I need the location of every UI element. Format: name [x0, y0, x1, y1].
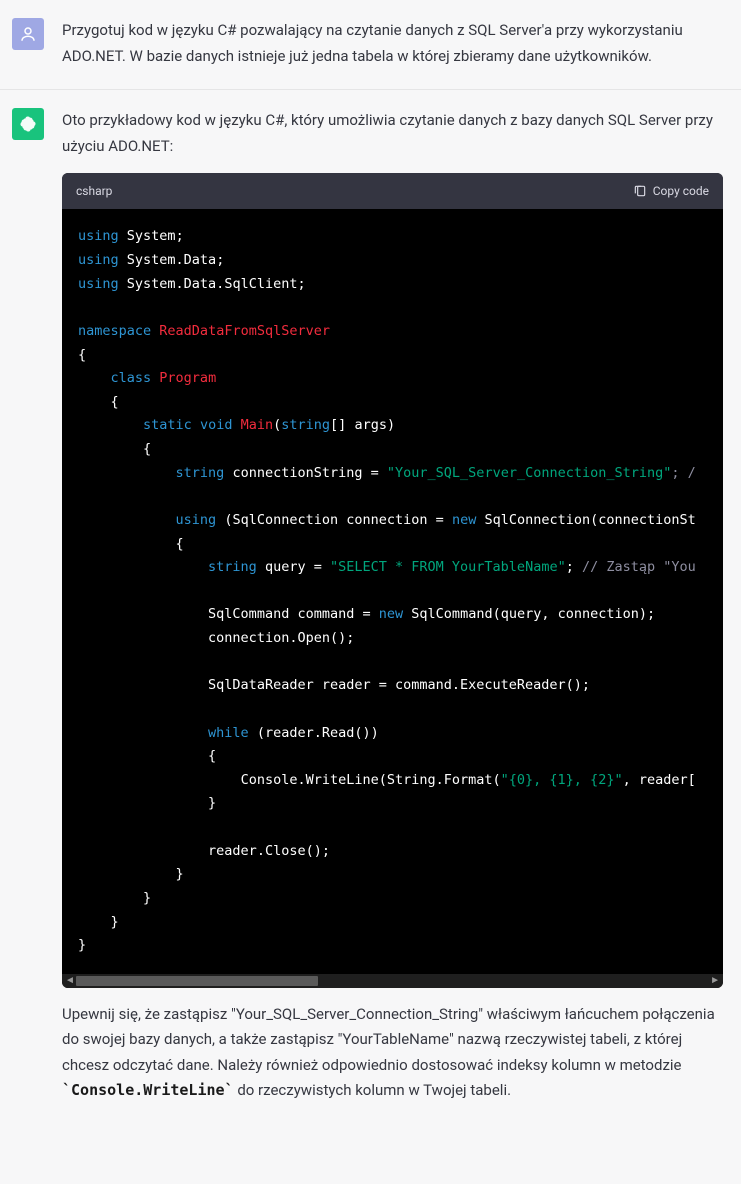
- outro-text-before: Upewnij się, że zastąpisz "Your_SQL_Serv…: [62, 1005, 715, 1074]
- horizontal-scrollbar[interactable]: ◄ ►: [62, 974, 723, 988]
- code-content: using System; using System.Data; using S…: [78, 225, 707, 957]
- outro-text-after: do rzeczywistych kolumn w Twojej tabeli.: [234, 1081, 511, 1099]
- copy-code-label: Copy code: [653, 181, 709, 201]
- code-block: csharp Copy code using System; using Sys…: [62, 173, 723, 988]
- user-message-row: Przygotuj kod w języku C# pozwalający na…: [0, 0, 741, 90]
- user-message-content: Przygotuj kod w języku C# pozwalający na…: [62, 18, 723, 69]
- scroll-right-arrow-icon[interactable]: ►: [710, 972, 720, 988]
- assistant-intro: Oto przykładowy kod w języku C#, który u…: [62, 108, 723, 159]
- user-avatar: [12, 18, 44, 50]
- openai-icon: [19, 115, 37, 133]
- clipboard-icon: [633, 184, 647, 198]
- person-icon: [19, 25, 37, 43]
- assistant-outro: Upewnij się, że zastąpisz "Your_SQL_Serv…: [62, 1002, 723, 1104]
- scrollbar-thumb[interactable]: [76, 976, 318, 986]
- assistant-avatar: [12, 108, 44, 140]
- code-language-label: csharp: [76, 181, 112, 201]
- code-header: csharp Copy code: [62, 173, 723, 209]
- user-text: Przygotuj kod w języku C# pozwalający na…: [62, 18, 723, 69]
- outro-inline-code: `Console.WriteLine`: [62, 1081, 234, 1099]
- assistant-message-content: Oto przykładowy kod w języku C#, który u…: [62, 108, 723, 1104]
- scroll-left-arrow-icon[interactable]: ◄: [65, 972, 75, 988]
- copy-code-button[interactable]: Copy code: [633, 181, 709, 201]
- assistant-message-row: Oto przykładowy kod w języku C#, który u…: [0, 90, 741, 1128]
- code-body[interactable]: using System; using System.Data; using S…: [62, 209, 723, 973]
